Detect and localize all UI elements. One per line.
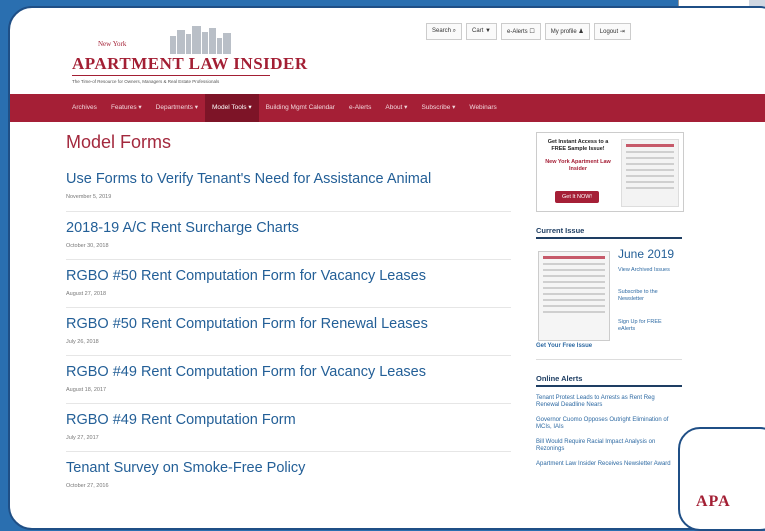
sample-issue-thumbnail <box>621 139 679 207</box>
article-date: August 27, 2018 <box>66 291 107 297</box>
get-free-issue-link[interactable]: Get Your Free Issue <box>536 343 592 349</box>
logout-link[interactable]: Logout ⇥ <box>593 23 631 40</box>
my-profile-link[interactable]: My profile ♟ <box>544 23 590 40</box>
logo-title: APARTMENT LAW INSIDER <box>72 54 308 73</box>
promo-publication-name: New York Apartment Law Insider <box>545 159 611 172</box>
nav-departments[interactable]: Departments ▾ <box>149 94 205 122</box>
article-title-link[interactable]: RGBO #49 Rent Computation Form for Vacan… <box>66 364 511 380</box>
alert-link[interactable]: Bill Would Require Racial Impact Analysi… <box>536 439 676 453</box>
online-alerts-heading: Online Alerts <box>536 374 682 387</box>
alert-link[interactable]: Governor Cuomo Opposes Outright Eliminat… <box>536 417 676 431</box>
article-item: RGBO #50 Rent Computation Form for Vacan… <box>66 259 511 307</box>
article-date: November 5, 2019 <box>66 194 112 200</box>
skyline-graphic <box>110 26 250 54</box>
partial-logo-text: APA <box>696 493 731 510</box>
cart-link[interactable]: Cart ▼ <box>466 23 497 40</box>
get-it-now-button[interactable]: Get It NOW! <box>555 191 599 203</box>
screenshot-frame: New York APARTMENT LAW INSIDER The Time-… <box>8 6 765 530</box>
page-title: Model Forms <box>66 132 172 152</box>
search-link[interactable]: Search ⌕ <box>426 23 463 40</box>
article-item: RGBO #49 Rent Computation Form for Vacan… <box>66 355 511 403</box>
main-navigation: Archives Features ▾ Departments ▾ Model … <box>10 94 765 122</box>
article-date: August 18, 2017 <box>66 387 107 393</box>
current-issue-heading: Current Issue <box>536 226 682 239</box>
article-date: July 27, 2017 <box>66 435 99 441</box>
article-item: RGBO #50 Rent Computation Form for Renew… <box>66 307 511 355</box>
alert-link[interactable]: Apartment Law Insider Receives Newslette… <box>536 461 676 468</box>
article-title-link[interactable]: RGBO #49 Rent Computation Form <box>66 412 511 428</box>
article-item: Use Forms to Verify Tenant's Need for As… <box>66 163 511 211</box>
subscribe-newsletter-link[interactable]: Subscribe to the Newsletter <box>618 289 678 303</box>
nav-webinars[interactable]: Webinars <box>462 94 503 122</box>
article-item: 2018-19 A/C Rent Surcharge Charts Octobe… <box>66 211 511 259</box>
nav-ealerts[interactable]: e-Alerts <box>342 94 378 122</box>
nav-about[interactable]: About ▾ <box>378 94 414 122</box>
ealerts-link[interactable]: e-Alerts ☐ <box>501 23 541 40</box>
issue-cover-thumbnail[interactable] <box>538 251 610 341</box>
logo-divider <box>72 75 270 76</box>
nav-model-tools[interactable]: Model Tools ▾ <box>204 94 259 122</box>
article-item: RGBO #49 Rent Computation Form July 27, … <box>66 403 511 451</box>
sidebar: Get Instant Access to a FREE Sample Issu… <box>536 132 684 468</box>
nav-subscribe[interactable]: Subscribe ▾ <box>414 94 462 122</box>
utility-bar: Search ⌕ Cart ▼ e-Alerts ☐ My profile ♟ … <box>426 23 631 40</box>
article-title-link[interactable]: RGBO #50 Rent Computation Form for Renew… <box>66 316 511 332</box>
article-date: October 30, 2018 <box>66 243 109 249</box>
article-title-link[interactable]: Use Forms to Verify Tenant's Need for As… <box>66 171 511 187</box>
signup-ealerts-link[interactable]: Sign Up for FREE eAlerts <box>618 319 678 333</box>
current-issue-block: June 2019 View Archived Issues Subscribe… <box>536 239 682 360</box>
free-sample-promo[interactable]: Get Instant Access to a FREE Sample Issu… <box>536 132 684 212</box>
background-card-bottom: APA <box>678 427 765 531</box>
article-date: October 27, 2016 <box>66 483 109 489</box>
promo-text: Get Instant Access to a FREE Sample Issu… <box>547 139 609 152</box>
nav-archives[interactable]: Archives <box>65 94 104 122</box>
site-header: New York APARTMENT LAW INSIDER The Time-… <box>10 8 765 88</box>
site-logo[interactable]: New York APARTMENT LAW INSIDER The Time-… <box>60 18 307 88</box>
article-title-link[interactable]: Tenant Survey on Smoke-Free Policy <box>66 460 511 476</box>
issue-month[interactable]: June 2019 <box>618 247 674 261</box>
logo-small-text: New York <box>98 40 127 48</box>
article-item: Tenant Survey on Smoke-Free Policy Octob… <box>66 451 511 499</box>
article-title-link[interactable]: RGBO #50 Rent Computation Form for Vacan… <box>66 268 511 284</box>
article-date: July 26, 2018 <box>66 339 99 345</box>
nav-building-mgmt-calendar[interactable]: Building Mgmt Calendar <box>259 94 342 122</box>
view-archived-issues-link[interactable]: View Archived Issues <box>618 267 678 274</box>
main-content: Model Forms Use Forms to Verify Tenant's… <box>66 132 511 499</box>
article-title-link[interactable]: 2018-19 A/C Rent Surcharge Charts <box>66 220 511 236</box>
logo-tagline: The Time-of Resource for Owners, Manager… <box>72 79 220 84</box>
alert-link[interactable]: Tenant Protest Leads to Arrests as Rent … <box>536 395 676 409</box>
nav-features[interactable]: Features ▾ <box>104 94 149 122</box>
